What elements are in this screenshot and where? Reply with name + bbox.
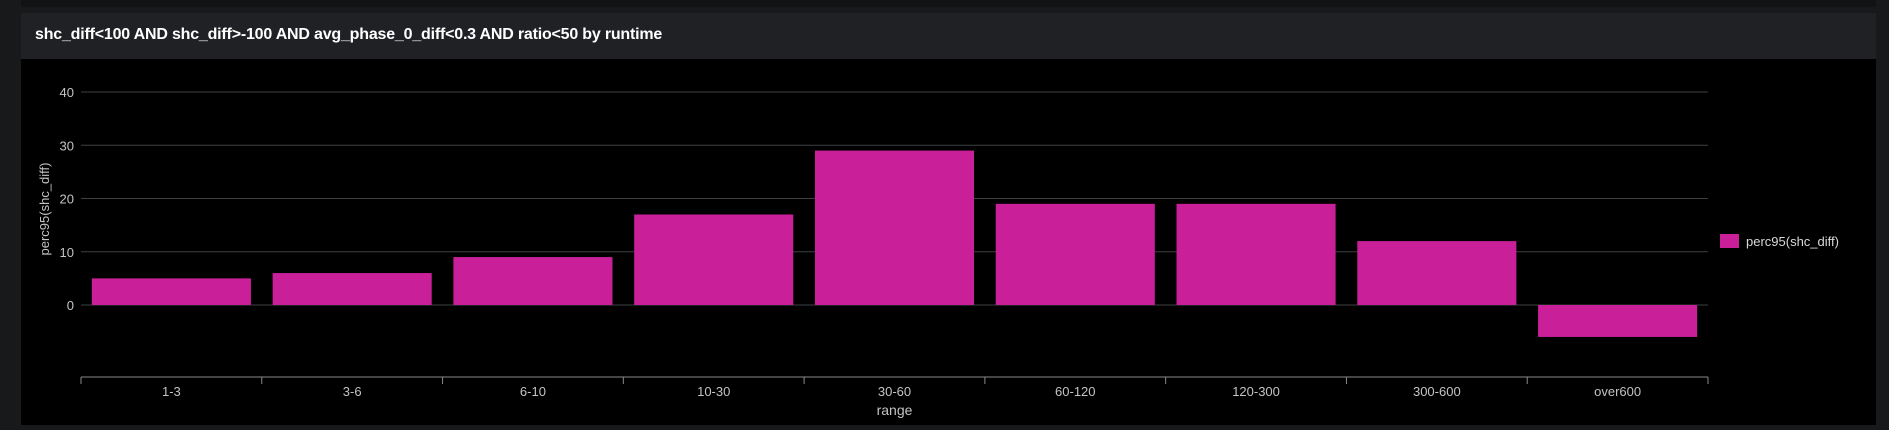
x-tick-label: over600 [1594, 384, 1641, 399]
panel-header: shc_diff<100 AND shc_diff>-100 AND avg_p… [21, 13, 1876, 59]
y-axis-label: perc95(shc_diff) [37, 163, 52, 256]
panel-title: shc_diff<100 AND shc_diff>-100 AND avg_p… [35, 26, 663, 43]
bar-6-10[interactable] [453, 257, 613, 305]
legend[interactable]: perc95(shc_diff) [1720, 234, 1839, 249]
legend-swatch [1720, 234, 1739, 248]
bar-300-600[interactable] [1357, 241, 1517, 305]
bar-120-300[interactable] [1176, 203, 1336, 305]
x-tick-label: 30-60 [878, 384, 911, 399]
x-axis: 1-3 3-6 6-10 10-30 30-60 60-120 120-300 300-600… [80, 376, 1709, 399]
x-tick-label: 1-3 [162, 384, 181, 399]
x-tick-label: 60-120 [1055, 384, 1095, 399]
x-tick-label: 300-600 [1413, 384, 1461, 399]
bar-1-3[interactable] [91, 278, 251, 305]
y-tick-label: 40 [60, 85, 74, 100]
bars [91, 150, 1698, 337]
y-tick-label: 0 [67, 298, 74, 313]
x-tick-label: 6-10 [520, 384, 546, 399]
top-strip [21, 0, 1876, 7]
y-tick-label: 30 [60, 138, 74, 153]
bar-10-30[interactable] [634, 214, 794, 305]
x-tick-label: 10-30 [697, 384, 730, 399]
y-axis-ticks: 0 10 20 30 40 [60, 85, 74, 313]
bar-30-60[interactable] [814, 150, 975, 305]
x-tick-label: 3-6 [343, 384, 362, 399]
bar-over600[interactable] [1538, 305, 1698, 337]
bar-chart: 0 10 20 30 40 1-3 3-6 6-10 10-30 30-60 60-120 120-… [37, 85, 1839, 418]
x-axis-label: range [877, 402, 913, 418]
bar-3-6[interactable] [272, 273, 432, 305]
x-tick-label: 120-300 [1232, 384, 1280, 399]
y-tick-label: 10 [60, 245, 74, 260]
chart-panel: shc_diff<100 AND shc_diff>-100 AND avg_p… [21, 13, 1876, 425]
chart-area: 0 10 20 30 40 1-3 3-6 6-10 10-30 30-60 60-120 120-… [21, 59, 1876, 425]
bar-60-120[interactable] [995, 203, 1155, 305]
legend-label: perc95(shc_diff) [1746, 234, 1839, 249]
y-tick-label: 20 [60, 192, 74, 207]
